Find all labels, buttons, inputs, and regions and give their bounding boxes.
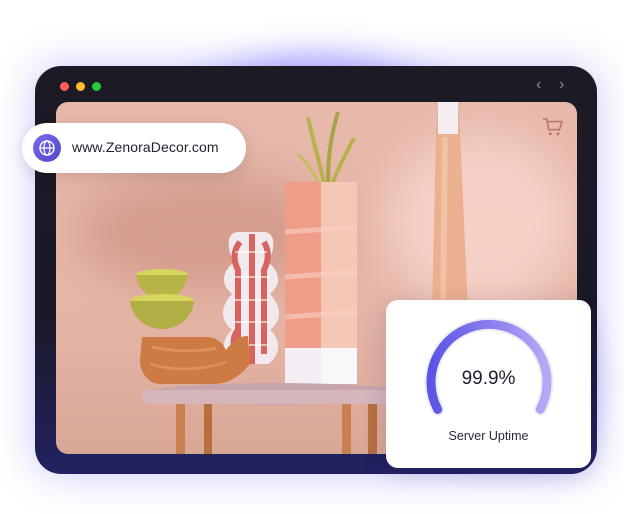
globe-icon xyxy=(33,134,61,162)
cart-icon[interactable] xyxy=(542,117,564,137)
server-uptime-card: 99.9% Server Uptime xyxy=(386,300,591,468)
window-close-dot[interactable] xyxy=(60,82,69,91)
window-minimize-dot[interactable] xyxy=(76,82,85,91)
plant-leaf xyxy=(306,116,326,183)
tall-vase-neck xyxy=(438,102,458,134)
address-bar[interactable]: www.ZenoraDecor.com xyxy=(22,123,246,173)
chevron-left-icon[interactable]: ‹ xyxy=(536,75,541,95)
uptime-label: Server Uptime xyxy=(448,429,529,443)
uptime-value: 99.9% xyxy=(461,368,516,389)
gauge-fill xyxy=(426,319,552,414)
bowl-bottom xyxy=(130,301,194,329)
wooden-sculpture xyxy=(140,336,250,384)
url-text: www.ZenoraDecor.com xyxy=(72,139,219,155)
window-maximize-dot[interactable] xyxy=(92,82,101,91)
table-leg xyxy=(176,404,185,454)
tall-vase xyxy=(432,102,468,317)
chevron-right-icon[interactable]: › xyxy=(559,75,564,95)
